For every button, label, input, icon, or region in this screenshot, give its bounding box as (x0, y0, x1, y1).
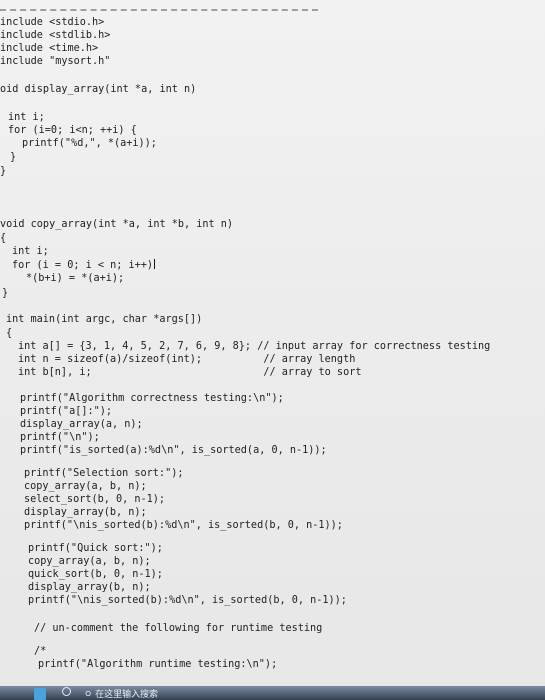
code-line-23: printf("a[]:"); (20, 406, 113, 417)
code-line-13: int i; (12, 246, 49, 257)
code-line-39: printf("Algorithm runtime testing:\n"); (38, 659, 278, 670)
code-line-22: printf("Algorithm correctness testing:\n… (20, 393, 284, 404)
code-line-1: include <stdio.h> (0, 17, 105, 28)
code-line-26: printf("is_sorted(a):%d\n", is_sorted(a,… (20, 445, 327, 456)
code-line-33: copy_array(a, b, n); (28, 556, 151, 567)
code-line-15: *(b+i) = *(a+i); (26, 273, 125, 284)
text-cursor (154, 259, 156, 269)
code-line-17: int main(int argc, char *args[]) (6, 314, 203, 325)
code-line-3: include <time.h> (0, 43, 99, 54)
taskbar-pinned-text[interactable]: 搜索 (140, 687, 158, 700)
code-line-6: int i; (8, 112, 45, 123)
code-line-20: int n = sizeof(a)/sizeof(int); // array … (18, 354, 356, 365)
code-line-12: { (0, 233, 7, 244)
code-line-4: include "mysort.h" (0, 56, 111, 67)
code-line-32: printf("Quick sort:"); (28, 543, 163, 554)
start-button[interactable] (34, 688, 46, 700)
code-line-10: } (0, 166, 7, 177)
code-line-34: quick_sort(b, 0, n-1); (28, 569, 163, 580)
taskbar: ㅇ 在这里输入 搜索 (0, 686, 545, 700)
code-line-37: // un-comment the following for runtime … (34, 623, 323, 634)
code-line-18: { (6, 328, 13, 339)
code-line-5: oid display_array(int *a, int n) (0, 84, 197, 95)
code-line-25: printf("\n"); (20, 432, 100, 443)
taskbar-search-text[interactable]: ㅇ 在这里输入 (84, 687, 140, 700)
code-line-36: printf("\nis_sorted(b):%d\n", is_sorted(… (28, 595, 347, 606)
code-line-11: void copy_array(int *a, int *b, int n) (0, 219, 234, 230)
code-line-16: } (2, 288, 9, 299)
code-line-35: display_array(b, n); (28, 582, 151, 593)
code-line-28: copy_array(a, b, n); (24, 481, 147, 492)
search-icon[interactable] (62, 687, 71, 696)
code-line-24: display_array(a, n); (20, 419, 143, 430)
code-line-14-text: for (i = 0; i < n; i++) (12, 260, 154, 271)
code-line-21: int b[n], i; // array to sort (18, 367, 362, 378)
code-line-7: for (i=0; i<n; ++i) { (8, 125, 137, 136)
code-line-38: /* (34, 646, 47, 657)
code-line-30: display_array(b, n); (24, 507, 147, 518)
screen-photo: include <stdio.h> include <stdlib.h> inc… (0, 0, 545, 700)
code-line-2: include <stdlib.h> (0, 30, 111, 41)
code-line-8: printf("%d,", *(a+i)); (22, 138, 157, 149)
code-line-27: printf("Selection sort:"); (24, 468, 184, 479)
code-line-31: printf("\nis_sorted(b):%d\n", is_sorted(… (24, 520, 343, 531)
code-line-19: int a[] = {3, 1, 4, 5, 2, 7, 6, 9, 8}; /… (18, 341, 491, 352)
code-line-9: } (10, 152, 17, 163)
code-line-29: select_sort(b, 0, n-1); (24, 494, 166, 505)
code-line-14: for (i = 0; i < n; i++) (12, 259, 156, 272)
code-editor[interactable]: include <stdio.h> include <stdlib.h> inc… (0, 0, 545, 700)
